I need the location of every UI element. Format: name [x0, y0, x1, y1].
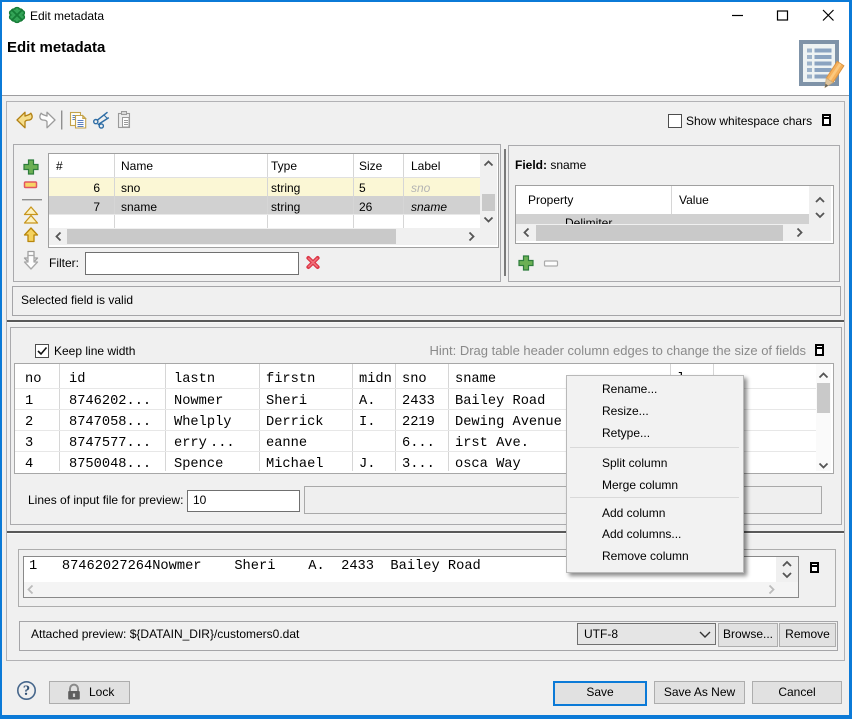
svg-text:?: ? [23, 683, 30, 699]
